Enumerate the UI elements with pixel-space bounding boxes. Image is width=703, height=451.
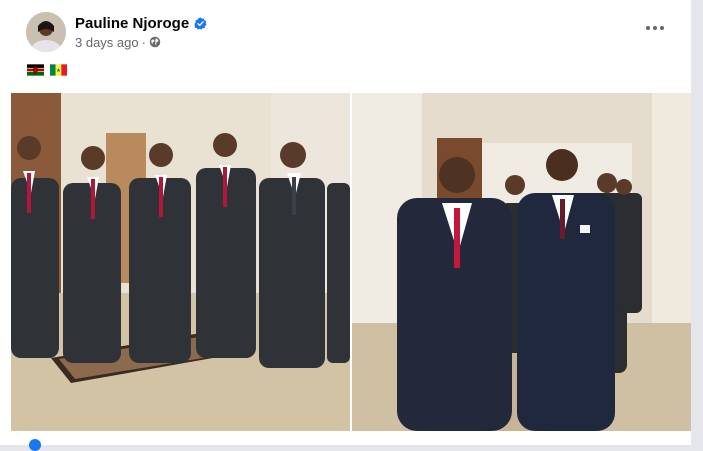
senegal-flag-icon [50,64,67,76]
post-timestamp[interactable]: 3 days ago [75,35,139,50]
author-name[interactable]: Pauline Njoroge [75,15,189,32]
post-subline: 3 days ago · [75,35,207,50]
author-avatar[interactable] [26,12,66,52]
photo-image [11,93,350,431]
kenya-flag-icon [27,64,44,76]
more-dot [660,26,664,30]
reaction-icon[interactable] [29,439,41,451]
separator-dot: · [141,34,146,50]
post-card: Pauline Njoroge 3 days ago · [0,0,691,451]
verified-badge-icon [194,16,207,30]
author-name-row: Pauline Njoroge [75,15,207,32]
avatar-image [26,12,66,52]
photo-image [352,93,691,431]
more-dot [646,26,650,30]
post-footer [0,431,691,445]
globe-icon[interactable] [149,36,161,48]
post-photo-walk[interactable] [352,93,691,431]
post-caption [27,64,67,76]
post-photo-group[interactable] [11,93,350,431]
more-options-button[interactable] [643,18,667,38]
post-header: Pauline Njoroge 3 days ago · [26,12,207,52]
more-dot [653,26,657,30]
author-meta: Pauline Njoroge 3 days ago · [75,15,207,50]
